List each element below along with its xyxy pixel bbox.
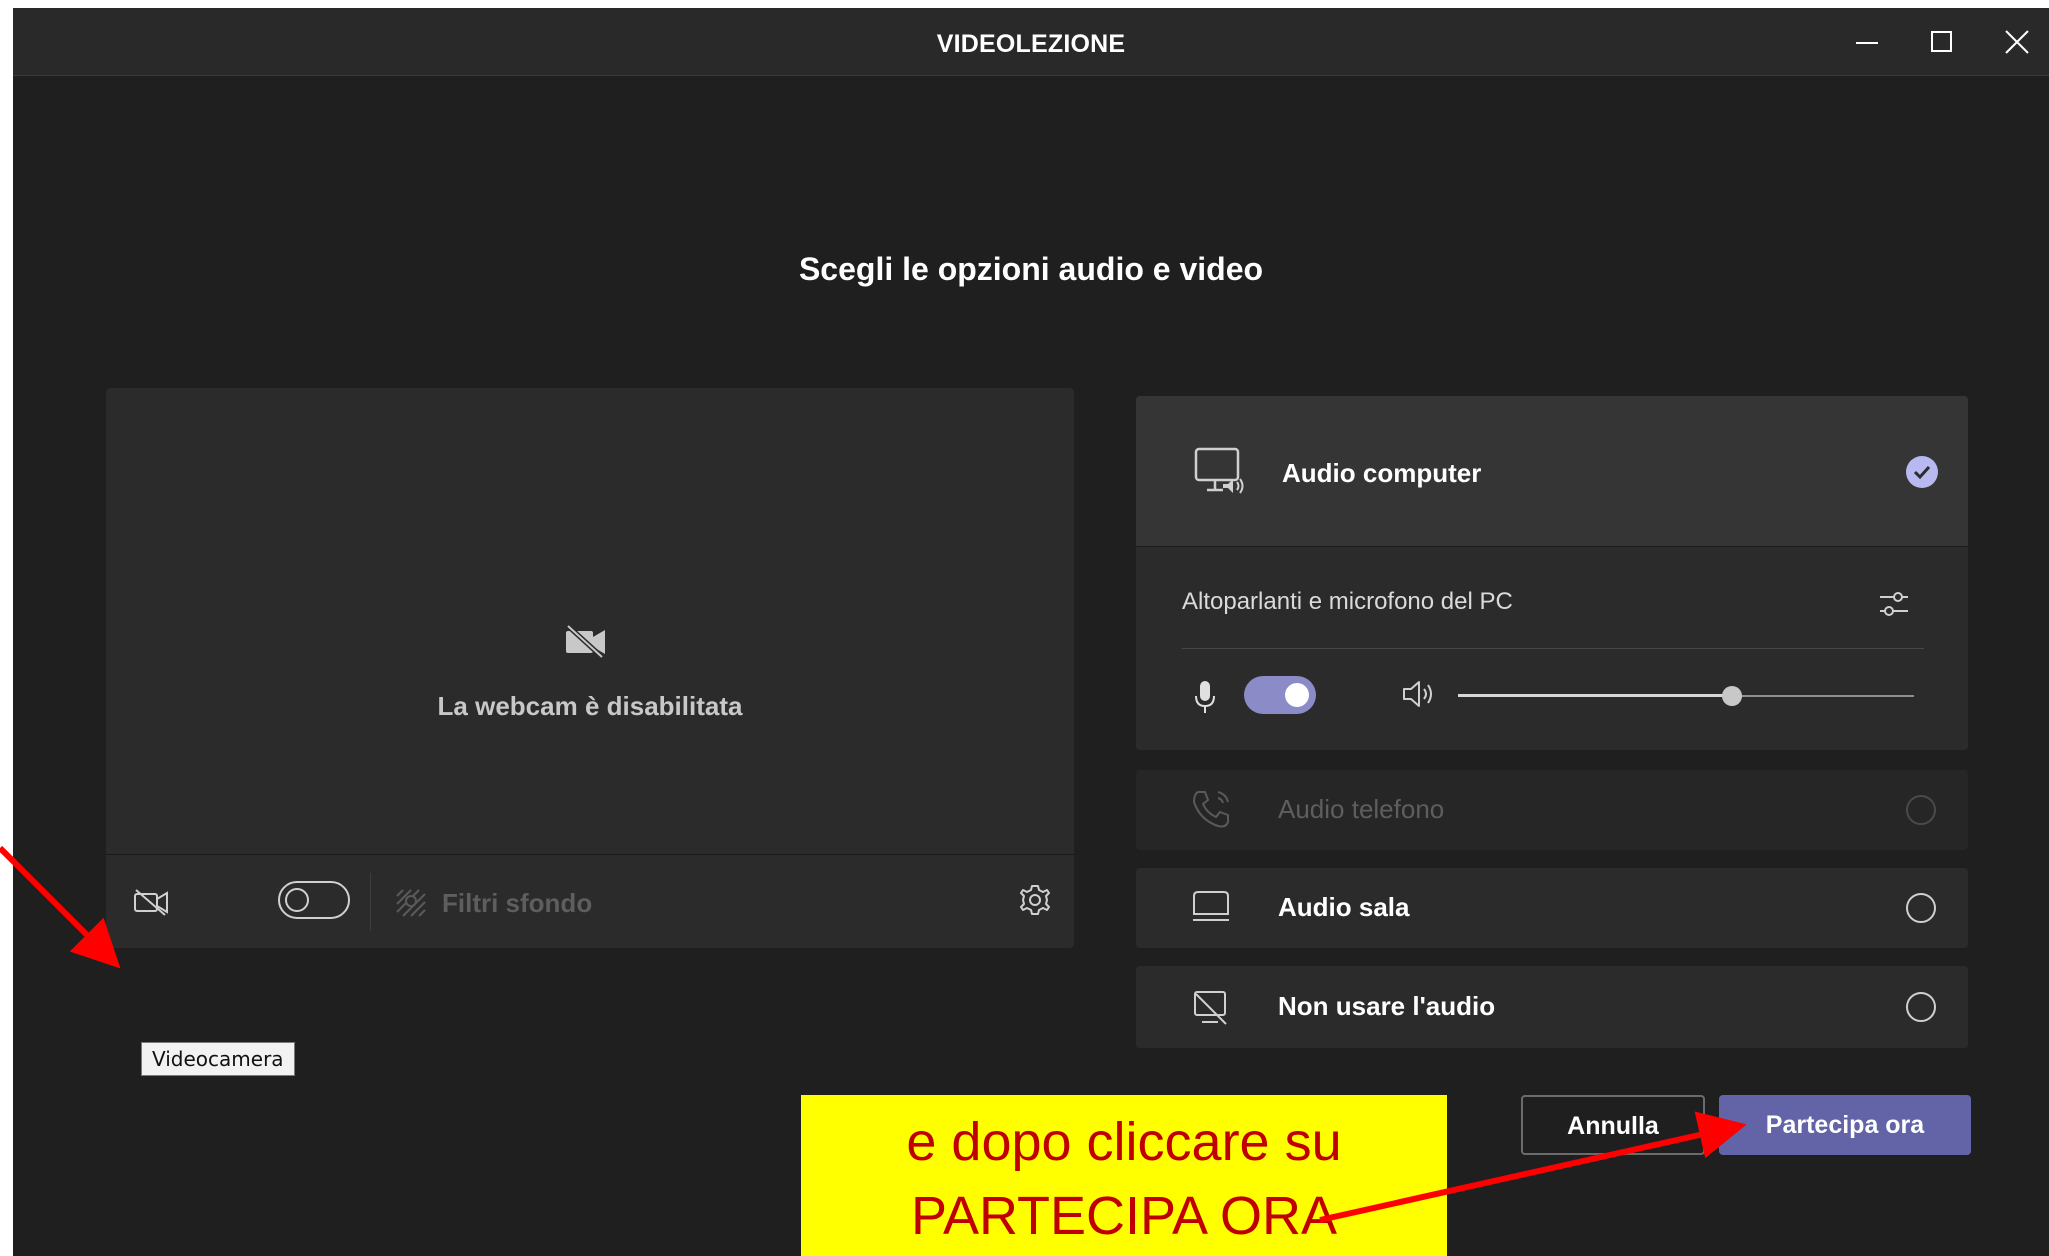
- audio-option-room[interactable]: Audio sala: [1136, 868, 1968, 948]
- join-now-button[interactable]: Partecipa ora: [1719, 1095, 1971, 1155]
- background-filters-label: Filtri sfondo: [442, 887, 593, 918]
- annotation-line-1: e dopo cliccare su: [906, 1112, 1342, 1172]
- annotation-line-2: PARTECIPA ORA: [910, 1186, 1338, 1246]
- speaker-icon: [1403, 681, 1432, 707]
- video-preview-panel: La webcam è disabilitata Filtri sfondo: [106, 388, 1074, 948]
- audio-phone-radio: [1906, 795, 1936, 825]
- window-title: VIDEOLEZIONE: [936, 30, 1126, 58]
- microphone-icon: [1195, 681, 1215, 713]
- microphone-toggle[interactable]: [1244, 676, 1316, 714]
- gear-icon[interactable]: [1018, 883, 1052, 917]
- background-filters-icon: [396, 889, 426, 917]
- audio-room-radio[interactable]: [1906, 893, 1936, 923]
- audio-computer-label: Audio computer: [1282, 458, 1482, 488]
- audio-none-radio[interactable]: [1906, 992, 1936, 1022]
- video-camera-off-icon[interactable]: [132, 887, 170, 917]
- audio-room-label: Audio sala: [1278, 892, 1410, 922]
- page-title: Scegli le opzioni audio e video: [798, 251, 1264, 287]
- audio-option-none[interactable]: Non usare l'audio: [1136, 966, 1968, 1048]
- title-bar: VIDEOLEZIONE: [13, 8, 2049, 76]
- meeting-window: VIDEOLEZIONE Scegli le opzioni audio e v…: [13, 8, 2049, 1256]
- checkmark-icon: [1906, 456, 1938, 488]
- video-toolbar: Filtri sfondo: [106, 854, 1074, 949]
- device-settings-icon[interactable]: [1876, 586, 1912, 622]
- toolbar-divider: [370, 873, 371, 931]
- camera-toggle[interactable]: [278, 881, 350, 919]
- cancel-button[interactable]: Annulla: [1521, 1095, 1705, 1155]
- divider: [1182, 648, 1924, 649]
- audio-phone-label: Audio telefono: [1278, 794, 1445, 824]
- volume-slider-thumb[interactable]: [1722, 686, 1742, 706]
- audio-device-name: Altoparlanti e microfono del PC: [1182, 588, 1513, 615]
- webcam-disabled-text: La webcam è disabilitata: [437, 691, 743, 721]
- video-preview: La webcam è disabilitata: [106, 388, 1074, 854]
- camera-off-icon: [566, 624, 605, 658]
- volume-slider-fill: [1458, 694, 1732, 697]
- phone-icon: [1193, 791, 1229, 828]
- background-filters-button: Filtri sfondo: [394, 885, 592, 921]
- videocamera-tooltip: Videocamera: [141, 1042, 295, 1076]
- audio-none-label: Non usare l'audio: [1278, 991, 1496, 1021]
- computer-audio-icon: [1194, 447, 1244, 494]
- audio-option-computer[interactable]: Audio computer Altoparlanti e microfono …: [1136, 396, 1968, 750]
- maximize-icon[interactable]: [1919, 22, 1963, 62]
- minimize-icon[interactable]: [1845, 22, 1889, 62]
- no-audio-icon: [1194, 991, 1227, 1025]
- audio-option-phone: Audio telefono: [1136, 770, 1968, 850]
- close-icon[interactable]: [1995, 22, 2039, 62]
- annotation-callout: e dopo cliccare su PARTECIPA ORA: [801, 1095, 1447, 1256]
- room-audio-icon: [1193, 891, 1229, 921]
